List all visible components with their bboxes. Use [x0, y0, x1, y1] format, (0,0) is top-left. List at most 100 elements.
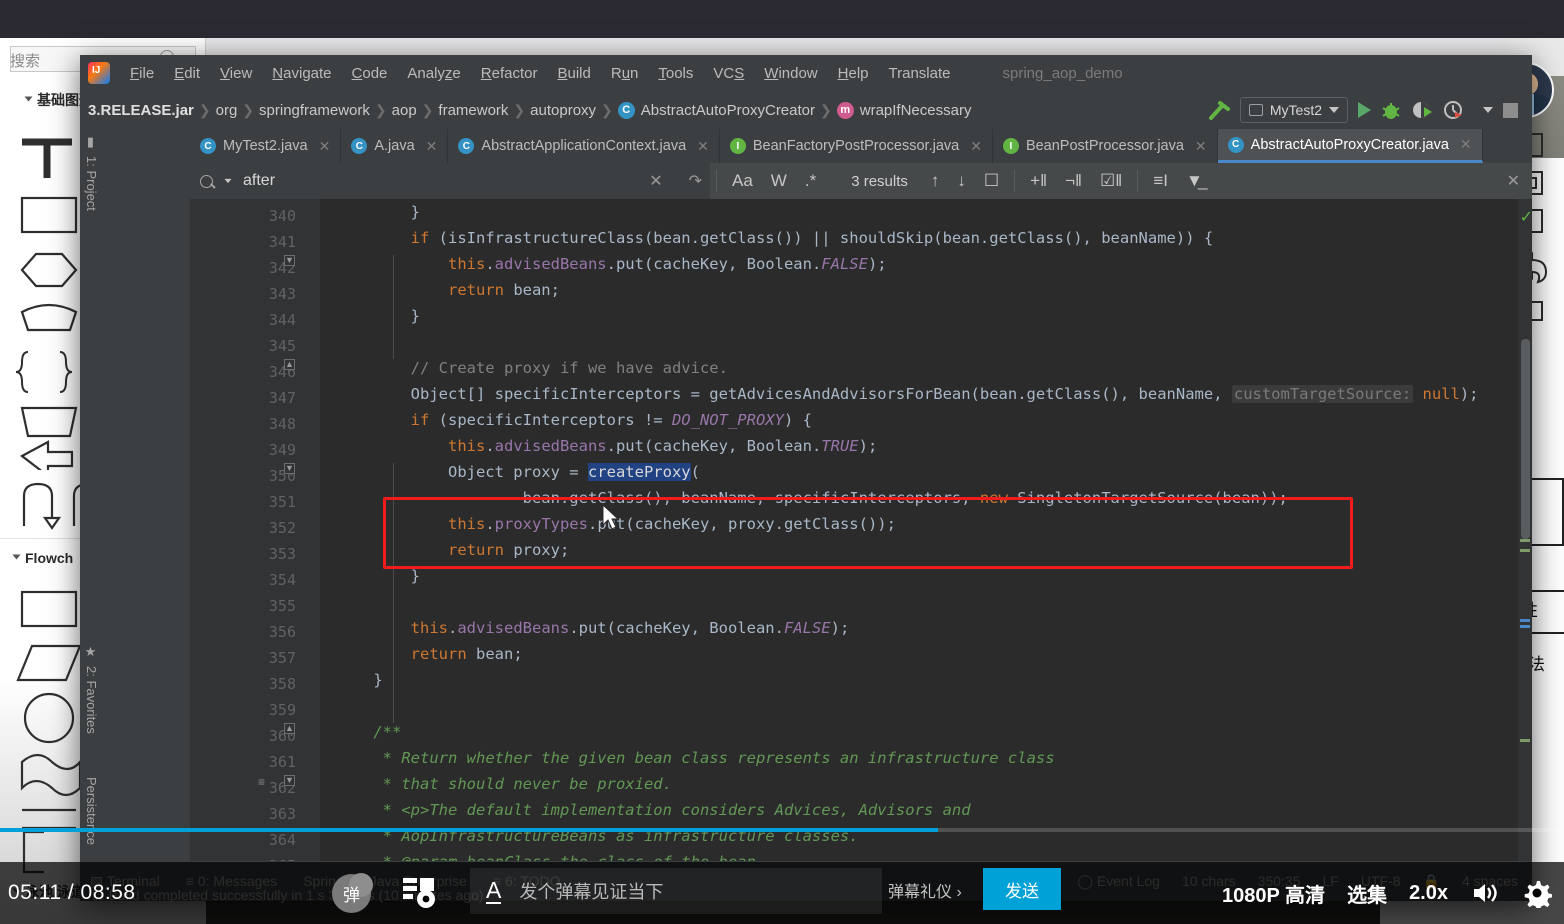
profile-button[interactable] — [1443, 100, 1473, 120]
marker-search-hit[interactable] — [1520, 619, 1530, 622]
marker-search-hit-2[interactable] — [1520, 625, 1530, 628]
close-icon[interactable]: ✕ — [1460, 136, 1472, 153]
fold-marker-4[interactable]: ▲ — [284, 723, 295, 734]
quality-selector[interactable]: 1080P 高清 — [1222, 879, 1325, 908]
breadcrumb-aop[interactable]: aop — [392, 102, 417, 119]
search-scope-icon[interactable]: ≡I — [1153, 171, 1168, 191]
video-progress-bar[interactable] — [0, 828, 1564, 832]
close-icon[interactable]: ✕ — [319, 138, 331, 155]
menu-file[interactable]: File — [120, 62, 164, 85]
sidebar-item-project[interactable]: ▮ 1: Project — [84, 135, 99, 211]
toggle-selection-icon[interactable]: ☑‖ — [1100, 171, 1122, 191]
breadcrumb-jar[interactable]: 3.RELEASE.jar — [88, 102, 194, 119]
tab-a-java[interactable]: C A.java ✕ — [341, 129, 449, 163]
breadcrumb-method[interactable]: m wrapIfNecessary — [836, 101, 971, 119]
gear-icon[interactable] — [1522, 878, 1552, 908]
marker-change-2[interactable] — [1520, 549, 1530, 552]
menu-navigate[interactable]: Navigate — [262, 62, 341, 85]
run-toolbar[interactable]: MyTest2 — [1208, 91, 1518, 129]
intellij-window[interactable]: File Edit View Navigate Code Analyze Ref… — [80, 55, 1532, 903]
menu-tools[interactable]: Tools — [648, 62, 703, 85]
scrollbar-marker-lane[interactable]: ✓ — [1518, 199, 1532, 901]
breadcrumb-springframework[interactable]: springframework — [259, 102, 370, 119]
next-match-icon[interactable]: ↓ — [957, 171, 966, 191]
tab-abstractautoproxycreator[interactable]: C AbstractAutoProxyCreator.java ✕ — [1217, 129, 1483, 163]
danmaku-toggle[interactable]: 弹 — [332, 873, 373, 913]
code-line[interactable]: this.advisedBeans.put(cacheKey, Boolean.… — [336, 433, 877, 459]
close-icon[interactable]: ✕ — [1195, 138, 1207, 155]
menu-build[interactable]: Build — [547, 62, 600, 85]
code-line[interactable]: return bean; — [336, 641, 523, 667]
build-hammer-icon[interactable] — [1208, 99, 1230, 121]
code-line[interactable]: Object[] specificInterceptors = getAdvic… — [336, 381, 1479, 407]
menu-refactor[interactable]: Refactor — [471, 62, 548, 85]
add-selection-icon[interactable]: +‖ — [1030, 171, 1047, 191]
volume-icon[interactable] — [1470, 878, 1500, 908]
menu-vcs[interactable]: VCS — [703, 62, 754, 85]
search-history-icon[interactable]: ↷ — [689, 171, 702, 191]
breadcrumb-org[interactable]: org — [216, 102, 238, 119]
menu-window[interactable]: Window — [754, 62, 827, 85]
menu-edit[interactable]: Edit — [164, 62, 210, 85]
run-configuration-selector[interactable]: MyTest2 — [1239, 97, 1348, 123]
scrollbar-thumb[interactable] — [1521, 339, 1530, 539]
code-line[interactable]: /** — [336, 719, 401, 745]
player-right-controls[interactable]: 1080P 高清 选集 2.0x — [1222, 862, 1552, 924]
fold-marker-5[interactable]: ▼ — [284, 775, 295, 786]
danmaku-style-icon[interactable]: A — [486, 878, 502, 904]
episodes-button[interactable]: 选集 — [1347, 879, 1387, 908]
danmaku-send-button[interactable]: 发送 — [983, 868, 1061, 910]
close-icon[interactable]: ✕ — [426, 138, 438, 155]
filter-icon[interactable]: ▼̲ — [1186, 171, 1203, 191]
clear-search-icon[interactable]: ✕ — [649, 171, 662, 191]
tab-abstractapplicationcontext[interactable]: C AbstractApplicationContext.java ✕ — [448, 129, 720, 163]
menu-run[interactable]: Run — [601, 62, 649, 85]
prev-match-icon[interactable]: ↑ — [931, 171, 940, 191]
fold-marker-3[interactable]: ▼ — [284, 463, 295, 474]
code-line[interactable]: } — [336, 199, 420, 225]
menu-view[interactable]: View — [210, 62, 262, 85]
code-line[interactable]: } — [336, 667, 382, 693]
chevron-down-icon[interactable] — [224, 178, 232, 184]
code-line[interactable]: } — [336, 303, 420, 329]
regex-toggle[interactable]: .* — [805, 171, 816, 191]
marker-change[interactable] — [1520, 539, 1530, 542]
breadcrumb-framework[interactable]: framework — [438, 102, 508, 119]
match-case-toggle[interactable]: Aa — [732, 171, 753, 191]
breadcrumb-class[interactable]: C AbstractAutoProxyCreator — [617, 101, 815, 119]
fold-marker[interactable]: ▼ — [284, 255, 295, 266]
code-line[interactable]: if (specificInterceptors != DO_NOT_PROXY… — [336, 407, 812, 433]
debug-button[interactable] — [1381, 100, 1401, 120]
code-line[interactable]: * that should never be proxied. — [336, 771, 672, 797]
danmaku-input[interactable]: A 发个弹幕见证当下 — [470, 868, 882, 914]
stop-button[interactable] — [1503, 102, 1518, 118]
code-editor[interactable]: 340 341 342 343 344 345 346 347 348 349 350 351 352 3… — [190, 199, 1532, 901]
run-button[interactable] — [1358, 102, 1371, 118]
profile-dropdown-icon[interactable] — [1483, 107, 1493, 113]
menu-bar[interactable]: File Edit View Navigate Code Analyze Ref… — [80, 55, 1532, 91]
code-line[interactable]: return bean; — [336, 277, 560, 303]
code-line[interactable]: Object proxy = createProxy( — [336, 459, 700, 485]
find-bar[interactable]: after ✕ ↷ Aa W .* 3 results ↑ ↓ ☐ +‖ ¬‖ … — [190, 163, 1532, 199]
code-line[interactable]: this.advisedBeans.put(cacheKey, Boolean.… — [336, 251, 887, 277]
menu-translate[interactable]: Translate — [879, 62, 961, 85]
fold-marker-2[interactable]: ▲ — [284, 359, 295, 370]
tab-mytest2[interactable]: C MyTest2.java ✕ — [190, 129, 342, 163]
code-line[interactable]: if (isInfrastructureClass(bean.getClass(… — [336, 225, 1214, 251]
diagram-group-flowchart[interactable]: Flowch — [12, 550, 73, 566]
run-with-coverage-button[interactable] — [1411, 100, 1433, 120]
remove-selection-icon[interactable]: ¬‖ — [1065, 171, 1082, 191]
menu-analyze[interactable]: Analyze — [397, 62, 470, 85]
playback-speed-button[interactable]: 2.0x — [1409, 882, 1448, 905]
close-find-bar-icon[interactable]: ✕ — [1507, 171, 1520, 191]
left-tool-strip[interactable]: ▮ 1: Project ★ 2: Favorites Persistence — [80, 129, 106, 901]
editor-tabs[interactable]: C MyTest2.java ✕ C A.java ✕ C AbstractAp… — [190, 129, 1532, 163]
tab-beanfactorypostprocessor[interactable]: I BeanFactoryPostProcessor.java ✕ — [720, 129, 993, 163]
code-line[interactable]: * <p>The default implementation consider… — [336, 797, 971, 823]
breadcrumb-autoproxy[interactable]: autoproxy — [530, 102, 596, 119]
code-line[interactable]: this.advisedBeans.put(cacheKey, Boolean.… — [336, 615, 850, 641]
close-icon[interactable]: ✕ — [697, 138, 709, 155]
danmaku-settings-icon[interactable] — [400, 872, 440, 912]
code-line[interactable]: // Create proxy if we have advice. — [336, 355, 728, 381]
sidebar-item-persistence[interactable]: Persistence — [84, 777, 99, 845]
